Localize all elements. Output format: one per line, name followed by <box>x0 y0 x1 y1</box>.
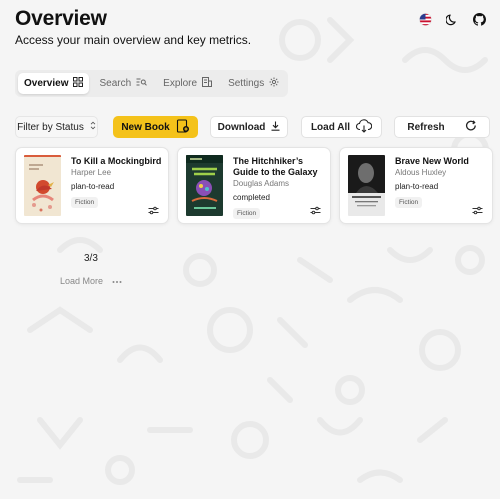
tab-settings-label: Settings <box>228 78 265 89</box>
book-cover-image <box>186 155 223 216</box>
tab-settings[interactable]: Settings <box>222 73 285 94</box>
chevron-updown-icon <box>90 121 96 133</box>
top-actions <box>418 12 486 26</box>
page-subtitle: Access your main overview and key metric… <box>15 33 252 47</box>
moon-icon[interactable] <box>445 12 459 26</box>
download-button[interactable]: Download <box>210 116 288 138</box>
explore-icon <box>202 77 213 90</box>
cloud-download-icon <box>356 118 373 136</box>
sliders-icon[interactable] <box>310 203 321 215</box>
book-status: plan-to-read <box>395 182 439 191</box>
tab-bar: Overview Search Explore Settings <box>15 70 289 97</box>
search-list-icon <box>136 77 148 90</box>
genre-badge: Fiction <box>395 197 423 208</box>
tab-explore[interactable]: Explore <box>157 73 218 94</box>
download-label: Download <box>217 121 266 133</box>
refresh-icon <box>465 119 477 135</box>
book-status: plan-to-read <box>71 182 115 191</box>
refresh-label: Refresh <box>407 121 445 133</box>
ellipsis-icon <box>112 276 122 286</box>
book-card[interactable]: The Hitchhiker’s Guide to the Galaxy Dou… <box>177 147 331 224</box>
book-cover-image <box>24 155 61 216</box>
sliders-icon[interactable] <box>148 203 159 215</box>
page-title: Overview <box>15 7 107 30</box>
tab-search-label: Search <box>99 78 132 89</box>
new-book-button[interactable]: New Book <box>113 116 198 138</box>
book-title: Brave New World <box>395 156 469 166</box>
book-author: Harper Lee <box>71 168 112 177</box>
book-author: Douglas Adams <box>233 179 290 188</box>
book-plus-icon <box>176 118 190 136</box>
book-author: Aldous Huxley <box>395 168 447 177</box>
toolbar: Filter by Status New Book Download Load … <box>15 116 490 138</box>
page: Overview Access your main overview and k… <box>0 0 500 499</box>
book-card[interactable]: Brave New World Aldous Huxley plan-to-re… <box>339 147 493 224</box>
tab-overview[interactable]: Overview <box>18 73 90 94</box>
grid-icon <box>73 77 84 90</box>
gear-icon <box>269 77 279 90</box>
new-book-label: New Book <box>121 121 170 133</box>
book-info: To Kill a Mockingbird Harper Lee plan-to… <box>71 156 162 209</box>
load-all-label: Load All <box>310 121 351 133</box>
tab-overview-label: Overview <box>24 78 69 89</box>
book-card[interactable]: To Kill a Mockingbird Harper Lee plan-to… <box>15 147 169 224</box>
refresh-button[interactable]: Refresh <box>394 116 490 138</box>
filter-label: Filter by Status <box>17 121 84 133</box>
header: Overview Access your main overview and k… <box>15 7 251 47</box>
sliders-icon[interactable] <box>472 203 483 215</box>
book-info: Brave New World Aldous Huxley plan-to-re… <box>395 156 486 209</box>
load-more-label: Load More <box>60 276 104 286</box>
load-all-button[interactable]: Load All <box>301 116 382 138</box>
tab-search[interactable]: Search <box>93 73 153 94</box>
load-more-button[interactable]: Load More <box>60 276 122 286</box>
book-title: The Hitchhiker’s Guide to the Galaxy <box>233 156 318 177</box>
tab-explore-label: Explore <box>163 78 198 89</box>
genre-badge: Fiction <box>71 197 99 208</box>
github-icon[interactable] <box>472 12 486 26</box>
book-title: To Kill a Mockingbird <box>71 156 162 166</box>
pagination-count: 3/3 <box>84 253 98 264</box>
book-cover-image <box>348 155 385 216</box>
download-icon <box>271 121 280 134</box>
filter-by-status-select[interactable]: Filter by Status <box>15 116 98 138</box>
genre-badge: Fiction <box>233 208 261 219</box>
us-flag-icon[interactable] <box>418 12 432 26</box>
book-status: completed <box>233 193 270 202</box>
